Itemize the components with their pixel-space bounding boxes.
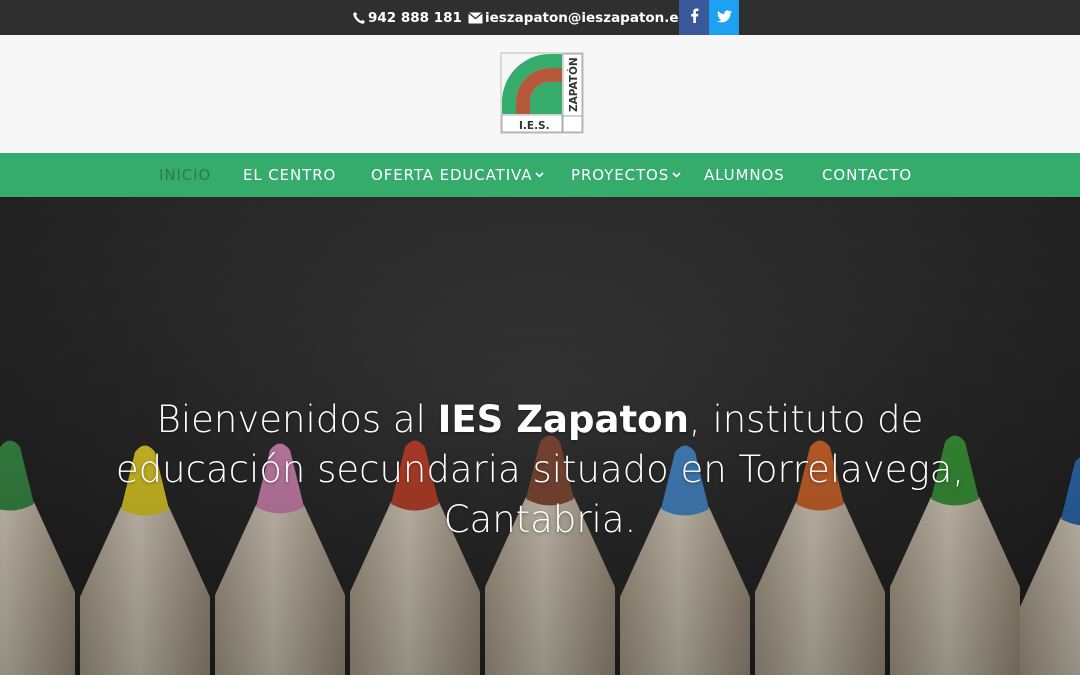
phone-contact[interactable]: 942 888 181 — [352, 0, 462, 35]
nav-label: OFERTA EDUCATIVA — [371, 166, 533, 184]
nav-item-inicio[interactable]: INICIO — [159, 153, 211, 197]
nav-label: EL CENTRO — [243, 166, 337, 184]
nav-item-el-centro[interactable]: EL CENTRO — [243, 153, 336, 197]
hero-text-bold: IES Zapaton — [437, 398, 689, 441]
twitter-icon — [716, 8, 732, 27]
twitter-link[interactable] — [709, 0, 739, 35]
email-address: ieszapaton@ieszapaton.es — [485, 9, 687, 26]
phone-icon — [352, 11, 366, 25]
nav-item-oferta-educativa[interactable]: OFERTA EDUCATIVA — [371, 153, 544, 197]
nav-label: PROYECTOS — [571, 166, 670, 184]
hero-text-pre: Bienvenidos al — [156, 398, 438, 441]
chevron-down-icon — [535, 172, 544, 178]
nav-item-contacto[interactable]: CONTACTO — [822, 153, 912, 197]
hero-banner: Bienvenidos al IES Zapaton, instituto de… — [0, 197, 1080, 675]
phone-number: 942 888 181 — [368, 9, 462, 26]
nav-label: ALUMNOS — [704, 166, 785, 184]
site-logo[interactable]: ZAPATÓN I.E.S. — [500, 52, 584, 134]
nav-label: CONTACTO — [822, 166, 913, 184]
logo-bottom-text: I.E.S. — [519, 120, 550, 132]
envelope-icon — [468, 11, 483, 24]
nav-item-proyectos[interactable]: PROYECTOS — [571, 153, 681, 197]
nav-label: INICIO — [159, 166, 212, 184]
hero-welcome-text: Bienvenidos al IES Zapaton, instituto de… — [60, 395, 1020, 545]
top-bar: 942 888 181 ieszapaton@ieszapaton.es — [0, 0, 1080, 35]
email-contact[interactable]: ieszapaton@ieszapaton.es — [468, 0, 687, 35]
facebook-link[interactable] — [679, 0, 709, 35]
logo-vertical-text: ZAPATÓN — [567, 57, 580, 112]
nav-item-alumnos[interactable]: ALUMNOS — [704, 153, 785, 197]
main-nav: INICIO EL CENTRO OFERTA EDUCATIVA PROYEC… — [0, 153, 1080, 197]
chevron-down-icon — [672, 172, 681, 178]
site-header: ZAPATÓN I.E.S. — [0, 35, 1080, 153]
facebook-icon — [690, 8, 699, 27]
